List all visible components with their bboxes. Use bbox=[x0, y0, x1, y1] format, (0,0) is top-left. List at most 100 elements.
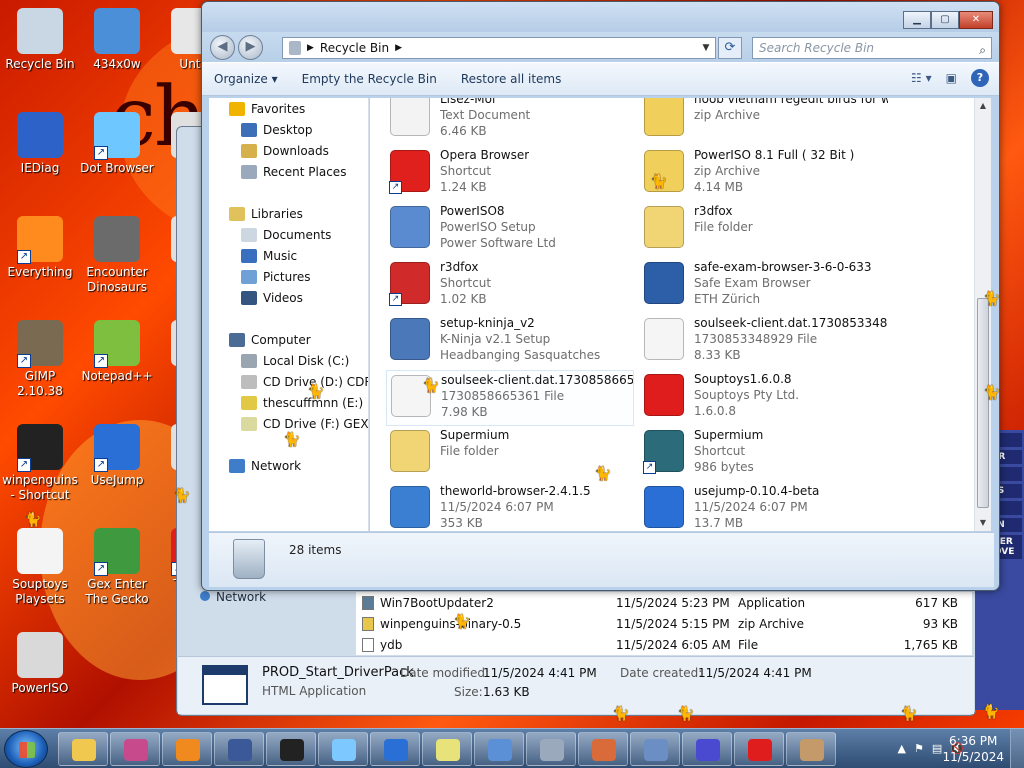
file-item[interactable]: PowerISO 8.1 Full ( 32 Bit ) zip Archive 4… bbox=[640, 146, 888, 202]
desktop-icon-item[interactable]: ↗ GIMP 2.10.38 bbox=[0, 320, 80, 399]
nav-item[interactable]: Libraries bbox=[209, 203, 368, 224]
desktop-icon-item[interactable]: 434x0w bbox=[77, 8, 157, 72]
file-item[interactable]: ↗ Opera Browser Shortcut 1.24 KB bbox=[386, 146, 634, 202]
nav-item[interactable]: Favorites bbox=[209, 98, 368, 119]
desktop-icon-item[interactable]: Encounter Dinosaurs bbox=[77, 216, 157, 295]
address-dropdown-icon[interactable]: ▼ bbox=[697, 43, 715, 53]
back-button[interactable]: ◀ bbox=[210, 35, 235, 60]
star-icon bbox=[229, 101, 245, 116]
taskbar-button[interactable] bbox=[526, 732, 576, 766]
taskbar-button[interactable] bbox=[214, 732, 264, 766]
breadcrumb-separator-icon[interactable]: ▶ bbox=[307, 43, 314, 53]
preview-pane-icon[interactable]: ▣ bbox=[946, 71, 957, 85]
file-item[interactable]: Lisez-Moi Text Document 6.46 KB bbox=[386, 98, 634, 146]
back-file-name: ydb bbox=[380, 637, 403, 652]
taskbar-button[interactable] bbox=[474, 732, 524, 766]
file-item[interactable]: PowerISO8 PowerISO Setup Power Software Lt… bbox=[386, 202, 634, 258]
file-item[interactable]: r3dfox File folder bbox=[640, 202, 888, 258]
nav-item[interactable]: Network bbox=[209, 455, 368, 476]
empty-recycle-bin-button[interactable]: Empty the Recycle Bin bbox=[290, 72, 449, 86]
taskbar-button[interactable] bbox=[630, 732, 680, 766]
file-item[interactable]: safe-exam-browser-3-6-0-633 Safe Exam Bro… bbox=[640, 258, 888, 314]
show-hidden-icons-icon[interactable]: ▲ bbox=[898, 742, 906, 755]
flag-icon[interactable]: ⚑ bbox=[914, 742, 924, 755]
nav-item[interactable]: Documents bbox=[209, 224, 368, 245]
desktop-icon-item[interactable]: Souptoys Playsets bbox=[0, 528, 80, 607]
help-icon[interactable]: ? bbox=[971, 69, 989, 87]
taskbar-button[interactable] bbox=[786, 732, 836, 766]
file-item[interactable]: setup-kninja_v2 K-Ninja v2.1 Setup Headban… bbox=[386, 314, 634, 370]
nav-item[interactable]: Computer bbox=[209, 329, 368, 350]
breadcrumb-recycle-bin[interactable]: Recycle Bin bbox=[320, 41, 389, 55]
minimize-button[interactable]: ▁ bbox=[903, 11, 931, 29]
desktop-icon-item[interactable]: ↗ Notepad++ bbox=[77, 320, 157, 384]
start-button[interactable] bbox=[4, 730, 48, 768]
nav-item[interactable]: Downloads bbox=[209, 140, 368, 161]
taskbar-button[interactable] bbox=[58, 732, 108, 766]
vertical-scrollbar[interactable]: ▲ ▼ bbox=[974, 98, 991, 531]
taskbar-button[interactable] bbox=[266, 732, 316, 766]
scrollbar-thumb[interactable] bbox=[977, 298, 989, 508]
clock[interactable]: 6:36 PM 11/5/2024 bbox=[942, 733, 1004, 765]
desktop-icon-item[interactable]: ↗ winpenguins - Shortcut bbox=[0, 424, 80, 503]
scroll-down-icon[interactable]: ▼ bbox=[975, 515, 991, 531]
file-item[interactable]: Souptoys1.6.0.8 Souptoys Pty Ltd. 1.6.0.8 bbox=[640, 370, 888, 426]
search-icon[interactable]: ⌕ bbox=[979, 40, 986, 60]
desktop-icon-item[interactable]: PowerISO bbox=[0, 632, 80, 696]
nav-item[interactable]: CD Drive (F:) GEX2_D bbox=[209, 413, 368, 434]
file-icon-shape bbox=[390, 318, 430, 360]
nav-item[interactable]: CD Drive (D:) CDROM bbox=[209, 371, 368, 392]
refresh-button[interactable]: ⟳ bbox=[718, 37, 742, 59]
close-button[interactable]: ✕ bbox=[959, 11, 993, 29]
scroll-up-icon[interactable]: ▲ bbox=[975, 98, 991, 114]
file-item[interactable]: soulseek-client.dat.1730853348929 1730853… bbox=[640, 314, 888, 370]
back-nav-network[interactable]: Network bbox=[200, 590, 350, 604]
address-bar[interactable]: ▶ Recycle Bin ▶ ▼ bbox=[282, 37, 716, 59]
maximize-button[interactable]: ▢ bbox=[931, 11, 959, 29]
nav-item[interactable]: Videos bbox=[209, 287, 368, 308]
file-item[interactable]: usejump-0.10.4-beta 11/5/2024 6:07 PM 13.7… bbox=[640, 482, 888, 531]
desktop-icon-item[interactable]: ↗ Gex Enter The Gecko bbox=[77, 528, 157, 607]
desktop-icon-item[interactable]: ↗ Dot Browser bbox=[77, 112, 157, 176]
organize-button[interactable]: Organize ▾ bbox=[202, 72, 290, 86]
taskbar-button[interactable] bbox=[578, 732, 628, 766]
nav-item[interactable]: thescuffmnn (E:) bbox=[209, 392, 368, 413]
search-input[interactable]: Search Recycle Bin ⌕ bbox=[752, 37, 992, 59]
desktop-icon-item[interactable]: Recycle Bin bbox=[0, 8, 80, 72]
network-tray-icon[interactable]: ▤ bbox=[932, 742, 942, 755]
back-file-row[interactable]: Win7BootUpdater2 11/5/2024 5:23 PM Applica… bbox=[356, 592, 972, 613]
restore-all-items-button[interactable]: Restore all items bbox=[449, 72, 574, 86]
nav-item[interactable]: Desktop bbox=[209, 119, 368, 140]
taskbar-button[interactable] bbox=[318, 732, 368, 766]
taskbar-button[interactable] bbox=[682, 732, 732, 766]
file-detail: 1.02 KB bbox=[440, 292, 487, 306]
desktop-icon-item[interactable]: ↗ Everything bbox=[0, 216, 80, 280]
taskbar-button[interactable] bbox=[734, 732, 784, 766]
desktop-icon-item[interactable]: ↗ UseJump bbox=[77, 424, 157, 488]
title-bar[interactable]: ▁ ▢ ✕ bbox=[202, 2, 999, 32]
taskbar-button[interactable] bbox=[162, 732, 212, 766]
view-options-icon[interactable]: ☷ ▾ bbox=[911, 71, 932, 85]
file-item[interactable]: ↗ r3dfox Shortcut 1.02 KB bbox=[386, 258, 634, 314]
forward-button[interactable]: ▶ bbox=[238, 35, 263, 60]
back-file-row[interactable]: ydb 11/5/2024 6:05 AM File 1,765 KB bbox=[356, 634, 972, 655]
taskbar-button[interactable] bbox=[370, 732, 420, 766]
file-name: theworld-browser-2.4.1.5 bbox=[440, 484, 591, 498]
back-file-row[interactable]: winpenguins-binary-0.5 11/5/2024 5:15 PM z… bbox=[356, 613, 972, 634]
file-item[interactable]: noob vietnam regedit birds for windows x… bbox=[640, 98, 888, 146]
downloads-icon bbox=[241, 143, 257, 158]
nav-item[interactable]: Music bbox=[209, 245, 368, 266]
html-application-icon bbox=[202, 665, 248, 705]
file-item[interactable]: theworld-browser-2.4.1.5 11/5/2024 6:07 P… bbox=[386, 482, 634, 531]
nav-item[interactable]: Recent Places bbox=[209, 161, 368, 182]
cd-drive-icon bbox=[241, 416, 257, 431]
taskbar-button[interactable] bbox=[110, 732, 160, 766]
file-item[interactable]: ↗ Supermium Shortcut 986 bytes bbox=[640, 426, 888, 482]
nav-item[interactable]: Local Disk (C:) bbox=[209, 350, 368, 371]
ninja-icon bbox=[280, 739, 304, 761]
show-desktop-button[interactable] bbox=[1010, 729, 1024, 768]
breadcrumb-chevron-icon[interactable]: ▶ bbox=[395, 43, 402, 53]
taskbar-button[interactable] bbox=[422, 732, 472, 766]
desktop-icon-item[interactable]: IEDiag bbox=[0, 112, 80, 176]
nav-item[interactable]: Pictures bbox=[209, 266, 368, 287]
